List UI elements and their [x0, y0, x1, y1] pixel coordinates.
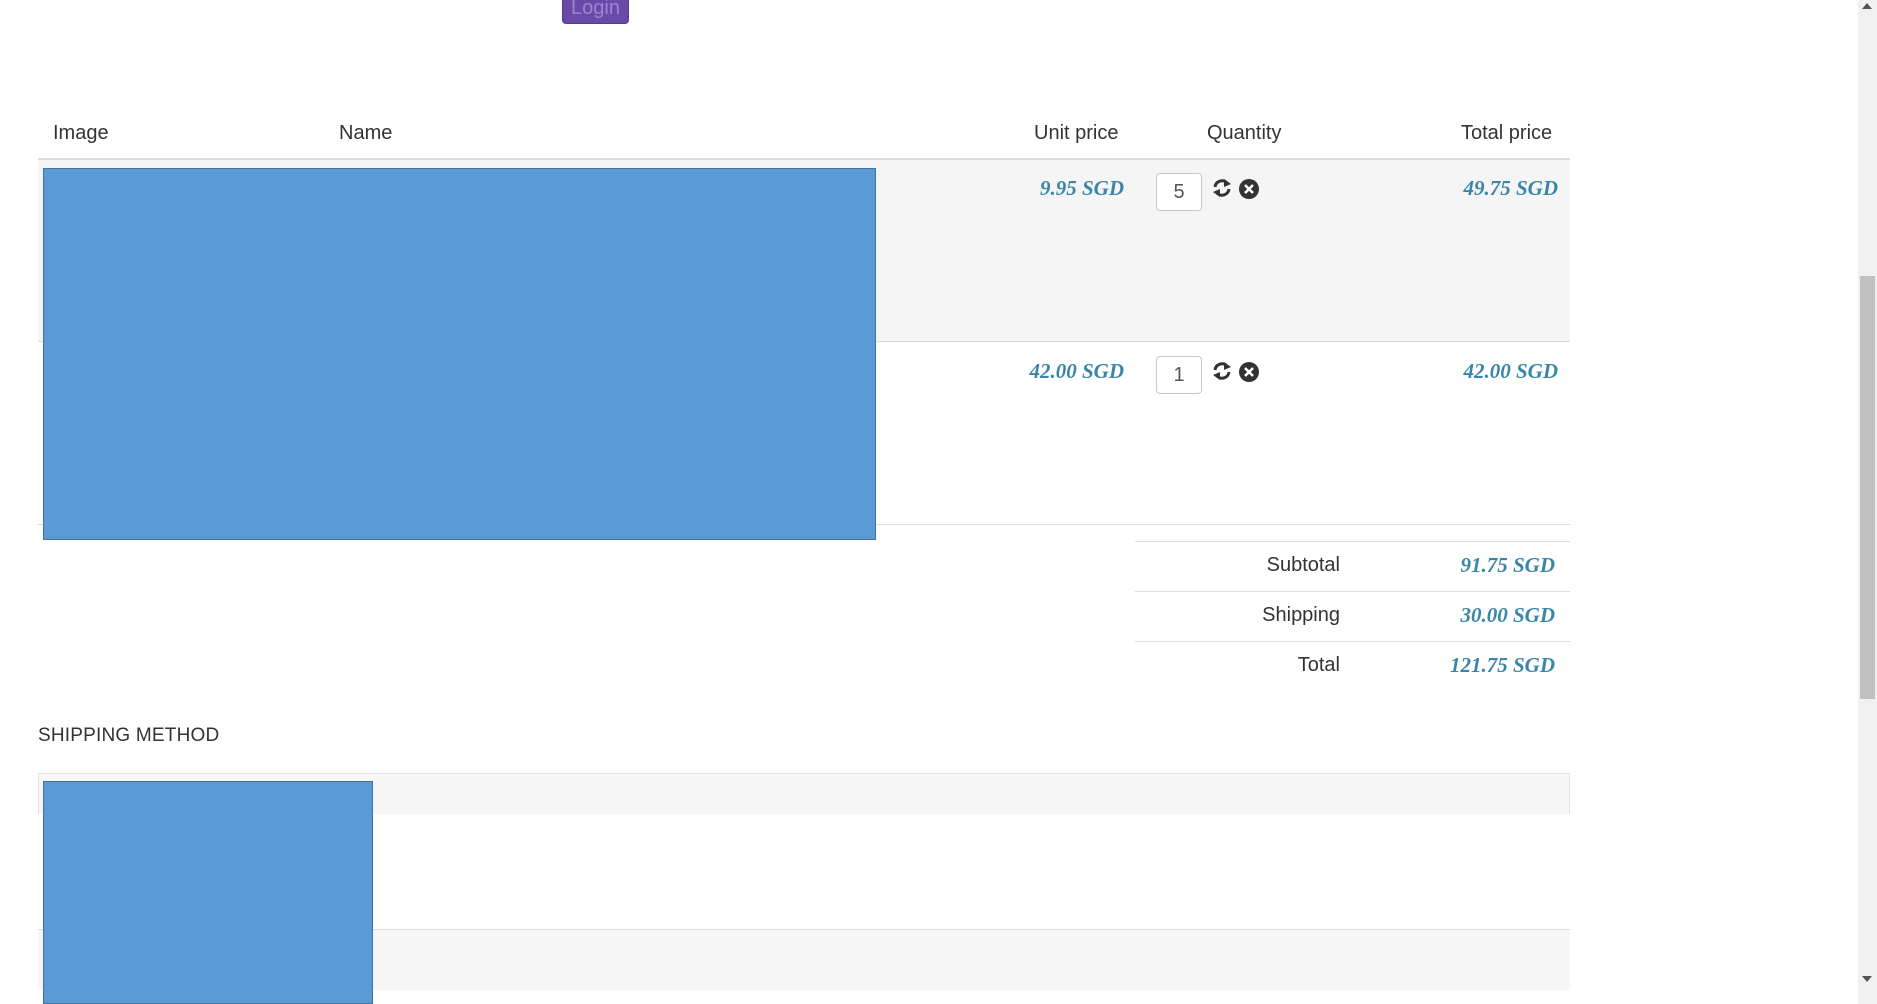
column-header-unit-price: Unit price: [1034, 122, 1119, 144]
summary-divider: [1135, 641, 1570, 642]
refresh-icon[interactable]: [1211, 360, 1233, 382]
login-button[interactable]: Login: [562, 0, 629, 24]
unit-price: 42.00 SGD: [1029, 359, 1124, 383]
scrollbar-thumb[interactable]: [1860, 276, 1875, 699]
shipping-method-title: SHIPPING METHOD: [38, 725, 220, 746]
total-label: Total: [1297, 654, 1340, 676]
scroll-up-arrow-icon[interactable]: [1862, 3, 1872, 9]
column-header-name: Name: [339, 122, 393, 144]
quantity-input[interactable]: 5: [1156, 173, 1202, 211]
product-image: [43, 168, 876, 540]
unit-price: 9.95 SGD: [1039, 176, 1124, 200]
summary-divider: [1135, 541, 1570, 542]
column-header-total-price: Total price: [1461, 122, 1553, 144]
quantity-input[interactable]: 1: [1156, 356, 1202, 394]
subtotal-value: 91.75 SGD: [1460, 553, 1555, 577]
remove-circle-icon[interactable]: [1238, 178, 1260, 200]
shipping-value: 30.00 SGD: [1460, 603, 1555, 627]
total-value: 121.75 SGD: [1449, 653, 1555, 677]
subtotal-label: Subtotal: [1266, 554, 1340, 576]
shipping-image: [43, 781, 373, 1004]
remove-circle-icon[interactable]: [1238, 361, 1260, 383]
refresh-icon[interactable]: [1211, 177, 1233, 199]
column-header-quantity: Quantity: [1207, 122, 1282, 144]
shipping-label: Shipping: [1262, 604, 1340, 626]
column-header-image: Image: [53, 122, 109, 144]
total-price: 49.75 SGD: [1463, 176, 1558, 200]
total-price: 42.00 SGD: [1463, 359, 1558, 383]
scroll-down-arrow-icon[interactable]: [1862, 976, 1872, 982]
summary-divider: [1135, 591, 1570, 592]
